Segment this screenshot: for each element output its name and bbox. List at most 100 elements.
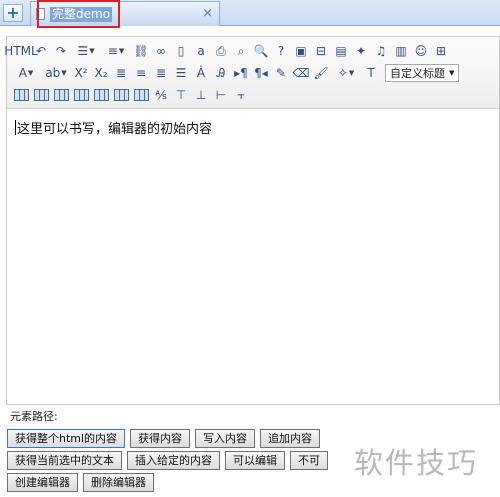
merge-cells-button[interactable]: ⅍ xyxy=(151,85,171,105)
format-match-button[interactable]: ✎ xyxy=(271,63,291,83)
add-tab-button[interactable]: + xyxy=(3,4,23,22)
print-icon: ⎙ xyxy=(216,43,226,58)
rtl-icon: ¶◂ xyxy=(254,66,268,80)
ltr-icon: ▸¶ xyxy=(234,66,248,80)
editor-toolbar: HTML ↶ ↷ ☰ ▼ ≡ ▼ ⛓ ∞ ▯ a ⎙ ⌕ 🔍? ▣ ⊟ ▤ ✦ ♫ ▥ ☺ ⊞ A ▼ ab ▼ X² X₂ ≣ ≡ ≣ ☰… xyxy=(4,37,499,109)
case-button[interactable]: Ꭿ xyxy=(211,63,231,83)
split-cells-button[interactable]: ⊢ xyxy=(211,85,231,105)
image-button[interactable]: ▣ xyxy=(291,41,311,61)
editor-initial-text: 这里可以书写，编辑器的初始内容 xyxy=(17,122,213,137)
print-button[interactable]: ⎙ xyxy=(211,41,231,61)
delete-col-button[interactable] xyxy=(131,85,151,105)
preview-icon: 🔍 xyxy=(253,44,269,58)
merge-right-icon: ⊤ xyxy=(175,88,187,102)
undo-button[interactable]: ↶ xyxy=(31,41,51,61)
eraser-icon: ⌫ xyxy=(292,66,310,80)
back-color-button[interactable]: ab ▼ xyxy=(41,63,71,83)
paste-plain-button[interactable]: T xyxy=(361,63,381,83)
merge-down-icon: ⊥ xyxy=(195,88,207,102)
tab-demo[interactable]: 完整demo × xyxy=(30,1,220,26)
preview-button[interactable]: 🔍 xyxy=(251,41,271,61)
action-button[interactable]: 获得当前选中的文本 xyxy=(7,451,122,470)
new-page-icon: ▯ xyxy=(177,44,185,58)
back-color-icon: ab xyxy=(45,66,61,80)
delete-table-icon xyxy=(33,89,49,101)
anchor-icon: a xyxy=(197,44,205,58)
link-button[interactable]: ∞ xyxy=(151,41,171,61)
find-button[interactable]: ⌕ xyxy=(231,41,251,61)
dropdown-arrow-icon: ▼ xyxy=(89,47,95,55)
split-rows-button[interactable]: ⫟ xyxy=(231,85,251,105)
brush-icon: 🖌 xyxy=(313,66,329,80)
close-icon[interactable]: × xyxy=(202,6,213,21)
merge-right-button[interactable]: ⊤ xyxy=(171,85,191,105)
anchor-button[interactable]: a xyxy=(191,41,211,61)
ordered-list-button[interactable]: ≡ ▼ xyxy=(101,41,131,61)
dropdown-arrow-icon: ▼ xyxy=(61,69,67,77)
unordered-list-button[interactable]: ☰ ▼ xyxy=(71,41,101,61)
action-button[interactable]: 可以编辑 xyxy=(225,451,285,470)
font-size-button[interactable]: Ȧ xyxy=(191,63,211,83)
auto-format-button[interactable]: ✧ ▼ xyxy=(331,63,361,83)
justify-button[interactable]: ☰ xyxy=(171,63,191,83)
format-match-icon: ✎ xyxy=(275,66,287,80)
paragraph-format-select[interactable]: 自定义标题 ▼ xyxy=(385,64,460,82)
merge-down-button[interactable]: ⊥ xyxy=(191,85,211,105)
insert-table-icon xyxy=(13,89,29,101)
dropdown-arrow-icon: ▼ xyxy=(118,47,125,55)
brush-button[interactable]: 🖌 xyxy=(311,63,331,83)
new-page-button[interactable]: ▯ xyxy=(171,41,191,61)
action-buttons-row-3: 创建编辑器 删除编辑器 xyxy=(7,473,159,492)
paste-plain-icon: T xyxy=(367,66,375,80)
insert-col-button[interactable] xyxy=(111,85,131,105)
emoticon-button[interactable]: ☺ xyxy=(411,41,431,61)
text-caret xyxy=(15,120,16,135)
insert-row-after-button[interactable] xyxy=(71,85,91,105)
subscript-button[interactable]: X₂ xyxy=(91,63,111,83)
rtl-button[interactable]: ¶◂ xyxy=(251,63,271,83)
editor-content[interactable]: 这里可以书写，编辑器的初始内容 xyxy=(7,110,499,404)
media-icon: ▤ xyxy=(335,44,347,58)
emoticon-icon: ☺ xyxy=(414,44,428,58)
superscript-button[interactable]: X² xyxy=(71,63,91,83)
action-button[interactable]: 创建编辑器 xyxy=(7,473,78,492)
align-right-button[interactable]: ≣ xyxy=(151,63,171,83)
help-button[interactable]: ? xyxy=(271,41,291,61)
align-left-button[interactable]: ≣ xyxy=(111,63,131,83)
toolbar-row-2: A ▼ ab ▼ X² X₂ ≣ ≡ ≣ ☰ Ȧ Ꭿ ▸¶ ¶◂ ✎ ⌫ 🖌 ✧ ▼ T 自定义标题 ▼ xyxy=(11,62,460,84)
align-center-button[interactable]: ≡ xyxy=(131,63,151,83)
font-size-icon: Ȧ xyxy=(196,66,206,80)
chevron-down-icon: ▼ xyxy=(449,69,455,77)
insert-row-after-icon xyxy=(73,89,89,101)
insert-row-before-button[interactable] xyxy=(51,85,71,105)
insert-frame-button[interactable]: ⊟ xyxy=(311,41,331,61)
font-color-button[interactable]: A ▼ xyxy=(11,63,41,83)
source-html-button[interactable]: HTML xyxy=(4,41,37,61)
chart-button[interactable]: ▥ xyxy=(391,41,411,61)
font-color-icon: A xyxy=(18,66,27,80)
redo-button[interactable]: ↷ xyxy=(51,41,71,61)
action-buttons-row-1: 获得整个html的内容 获得内容 写入内容 追加内容 xyxy=(7,429,325,448)
action-button[interactable]: 插入给定的内容 xyxy=(127,451,220,470)
action-button[interactable]: 不可 xyxy=(290,451,328,470)
ltr-button[interactable]: ▸¶ xyxy=(231,63,251,83)
delete-table-button[interactable] xyxy=(31,85,51,105)
page-break-button[interactable]: ⊞ xyxy=(431,41,451,61)
delete-row-icon xyxy=(93,89,109,101)
merge-cells-icon: ⅍ xyxy=(155,88,167,102)
action-button[interactable]: 删除编辑器 xyxy=(83,473,154,492)
action-button[interactable]: 获得内容 xyxy=(130,429,191,448)
split-cells-icon: ⊢ xyxy=(215,88,227,102)
delete-row-button[interactable] xyxy=(91,85,111,105)
action-button[interactable]: 追加内容 xyxy=(260,429,321,448)
media-button[interactable]: ▤ xyxy=(331,41,351,61)
action-button[interactable]: 写入内容 xyxy=(195,429,256,448)
toolbar-row-3: ⅍ ⊤ ⊥ ⊢ ⫟ xyxy=(11,84,251,106)
eraser-button[interactable]: ⌫ xyxy=(291,63,311,83)
spark-button[interactable]: ✦ xyxy=(351,41,371,61)
watermark-text: 软件技巧 xyxy=(352,440,481,482)
insert-table-button[interactable] xyxy=(11,85,31,105)
action-button[interactable]: 获得整个html的内容 xyxy=(7,429,126,448)
unlink-button[interactable]: ⛓ xyxy=(131,41,151,61)
music-button[interactable]: ♫ xyxy=(371,41,391,61)
